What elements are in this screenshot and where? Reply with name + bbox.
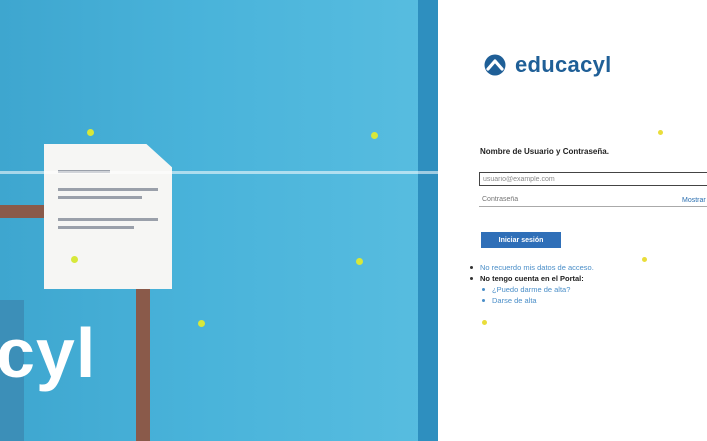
no-account-label: No tengo cuenta en el Portal: — [468, 273, 594, 284]
login-button[interactable]: Iniciar sesión — [481, 232, 561, 248]
hero-panel: cyl — [0, 0, 438, 441]
username-input[interactable] — [479, 172, 707, 186]
panel-dot — [642, 257, 647, 262]
panel-dot — [482, 320, 487, 325]
show-password-link[interactable]: Mostrar — [682, 197, 706, 204]
hero-dot — [71, 256, 78, 263]
forgot-credentials-link[interactable]: No recuerdo mis datos de acceso. — [468, 262, 594, 273]
hero-decorative-post — [136, 285, 150, 441]
hero-dot — [87, 129, 94, 136]
hero-fold-line — [0, 171, 438, 174]
hero-dot — [198, 320, 205, 327]
educacyl-chevron-logo-icon — [484, 54, 506, 76]
register-sublist: ¿Puedo darme de alta? Darse de alta — [468, 284, 594, 306]
panel-dot — [658, 130, 663, 135]
register-link[interactable]: Darse de alta — [480, 295, 594, 306]
logo-text: educacyl — [515, 52, 612, 77]
educacyl-logo[interactable]: educacyl — [483, 52, 612, 78]
hero-dot — [371, 132, 378, 139]
hero-dot — [356, 258, 363, 265]
help-links: No recuerdo mis datos de acceso. No teng… — [468, 262, 594, 306]
hero-brand-text: cyl — [0, 314, 97, 392]
login-panel: educacyl Nombre de Usuario y Contraseña.… — [438, 0, 707, 441]
login-form-title: Nombre de Usuario y Contraseña. — [480, 147, 609, 156]
document-illustration — [44, 144, 172, 289]
password-input[interactable] — [479, 193, 707, 207]
hero-stripe — [418, 0, 438, 441]
can-register-link[interactable]: ¿Puedo darme de alta? — [480, 284, 594, 295]
